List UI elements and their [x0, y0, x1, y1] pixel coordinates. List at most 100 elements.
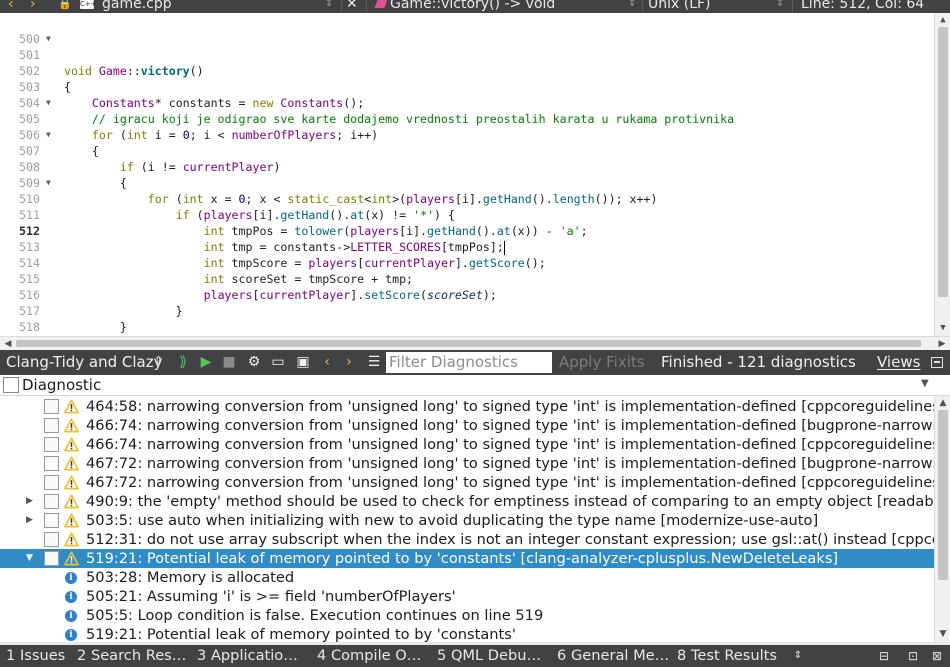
diagnostics-scrollbar[interactable]: ▲ ▼ [934, 396, 950, 642]
diagnostic-row[interactable]: 466:74: narrowing conversion from 'unsig… [0, 416, 934, 435]
editor-toolbar: ‹ › 🔒 C++ game.cpp ⇕ ✕ Game::victory() -… [0, 0, 950, 13]
scroll-up-icon[interactable]: ▲ [935, 397, 950, 409]
code-line: 501 ▼ void Game::victory() [0, 31, 934, 78]
diagnostic-checkbox[interactable] [44, 494, 59, 509]
code-line: 503 Constants* constants = new Constants… [19, 80, 365, 110]
more-panes-arrows-icon[interactable]: ⇕ [790, 648, 806, 664]
cursor-position[interactable]: Line: 512, Col: 64 [801, 0, 924, 13]
file-selector[interactable]: game.cpp [102, 0, 172, 13]
code-line: 514 int scoreSet = tmpScore + tmp; [19, 256, 414, 286]
scroll-up-icon[interactable]: ▲ [935, 14, 950, 26]
warning-icon [64, 475, 79, 490]
back-arrow-icon[interactable]: ‹ [8, 0, 14, 13]
next-icon[interactable]: › [340, 353, 358, 371]
code-line: 507 ▼ if (i != currentPlayer) [0, 127, 934, 174]
diagnostic-checkbox[interactable] [44, 532, 59, 547]
diagnostic-row[interactable]: 512:31: do not use array subscript when … [0, 530, 934, 549]
diagnostic-checkbox[interactable] [44, 437, 59, 452]
filter-diagnostics-input[interactable]: Filter Diagnostics [386, 352, 552, 373]
close-document-icon[interactable]: ✕ [346, 0, 358, 13]
lock-icon: 🔒 [58, 0, 72, 10]
diagnostic-message: 466:74: narrowing conversion from 'unsig… [86, 417, 934, 434]
diagnostic-row[interactable]: 464:58: narrowing conversion from 'unsig… [0, 397, 934, 416]
pane-button-compile-output[interactable]: 4 Compile O… [317, 647, 421, 664]
pane-button-qml-debugger[interactable]: 5 QML Debu… [437, 647, 541, 664]
scroll-right-icon[interactable]: ▶ [934, 338, 950, 350]
maximize-pane-icon[interactable]: ⊡ [905, 648, 921, 664]
diagnostic-checkbox[interactable] [44, 475, 59, 490]
diagnostics-title[interactable]: Clang-Tidy and Clazy [6, 353, 163, 371]
code-editor[interactable]: 500 501 ▼ void Game::victory() 502 { 503 … [0, 13, 950, 336]
forward-arrow-icon[interactable]: › [30, 0, 36, 13]
expand-arrow-icon[interactable]: ▶ [26, 492, 33, 511]
run-analysis-icon[interactable]: ⟫ [174, 353, 192, 371]
pane-selector-arrows-icon[interactable]: ⇕ [154, 354, 163, 367]
previous-icon[interactable]: ‹ [318, 353, 336, 371]
diagnostic-step-row[interactable]: i 503:28: Memory is allocated [0, 568, 934, 587]
diagnostic-checkbox[interactable] [44, 513, 59, 528]
toggle-pane-icon[interactable]: ⊠ [929, 648, 945, 664]
file-type-icon: C++ [80, 0, 97, 9]
diagnostic-message: 466:74: narrowing conversion from 'unsig… [86, 436, 934, 453]
diagnostic-step-row[interactable]: i 505:5: Loop condition is false. Executi… [0, 606, 934, 625]
warning-icon [64, 551, 79, 566]
fold-arrow-icon[interactable]: ▼ [46, 95, 51, 111]
save-icon[interactable]: ▣ [294, 353, 312, 371]
gear-icon[interactable]: ⚙ [245, 353, 263, 371]
diagnostic-row[interactable]: 467:72: narrowing conversion from 'unsig… [0, 473, 934, 492]
run-on-file-icon[interactable]: ▶ [197, 353, 215, 371]
diagnostic-row[interactable]: ▼ 519:21: Potential leak of memory pointe… [0, 549, 934, 568]
views-button[interactable]: Views [877, 353, 920, 371]
open-folder-icon[interactable]: ▭ [269, 353, 287, 371]
collapse-arrow-icon[interactable]: ▼ [26, 549, 33, 568]
fold-arrow-icon[interactable]: ▼ [46, 127, 51, 143]
pane-button-issues[interactable]: 1 Issues [6, 647, 65, 664]
pane-button-application-output[interactable]: 3 Applicatio… [197, 647, 298, 664]
filter-list-icon[interactable]: ☰ [365, 353, 383, 371]
diagnostic-row[interactable]: 466:74: narrowing conversion from 'unsig… [0, 435, 934, 454]
diagnostic-column-header[interactable]: Diagnostic [22, 376, 101, 394]
close-pane-icon[interactable] [931, 357, 943, 368]
symbol-selector-arrows-icon[interactable]: ⇕ [628, 0, 636, 13]
apply-fixits-button[interactable]: Apply Fixits [559, 353, 645, 371]
code-line: 517 } [19, 304, 127, 334]
line-ending-selector[interactable]: Unix (LF) [648, 0, 711, 13]
diagnostic-row[interactable]: ▶ 490:9: the 'empty' method should be use… [0, 492, 934, 511]
scroll-left-icon[interactable]: ◀ [0, 338, 16, 350]
diagnostic-step-message: 505:21: Assuming 'i' is >= field 'number… [86, 588, 456, 605]
fold-arrow-icon[interactable]: ▼ [46, 31, 51, 47]
diagnostic-message: 519:21: Potential leak of memory pointed… [86, 550, 839, 567]
diagnostic-row[interactable]: ▶ 503:5: use auto when initializing with … [0, 511, 934, 530]
stop-icon[interactable]: ■ [220, 353, 238, 371]
diagnostic-step-row[interactable]: i 505:21: Assuming 'i' is >= field 'numbe… [0, 587, 934, 606]
output-progress-icon[interactable]: ⊟ [876, 648, 892, 664]
pane-button-general-messages[interactable]: 6 General Me… [557, 647, 669, 664]
diagnostic-message: 503:5: use auto when initializing with n… [86, 512, 819, 529]
scroll-thumb[interactable] [938, 27, 948, 297]
diagnostics-list[interactable]: 464:58: narrowing conversion from 'unsig… [0, 396, 934, 642]
editor-horizontal-scrollbar[interactable]: ◀ ▶ [0, 336, 950, 350]
select-all-checkbox[interactable] [3, 377, 19, 393]
line-ending-arrows-icon[interactable]: ⇕ [776, 0, 784, 13]
diagnostic-step-message: 505:5: Loop condition is false. Executio… [86, 607, 544, 624]
pane-button-test-results[interactable]: 8 Test Results [677, 647, 777, 664]
scroll-down-icon[interactable]: ▼ [935, 628, 950, 640]
diagnostic-row[interactable]: 467:72: narrowing conversion from 'unsig… [0, 454, 934, 473]
pane-button-search-results[interactable]: 2 Search Res… [77, 647, 186, 664]
diagnostic-checkbox[interactable] [44, 418, 59, 433]
scroll-down-icon[interactable]: ▼ [935, 322, 950, 334]
scroll-thumb[interactable] [938, 410, 948, 580]
symbol-selector[interactable]: Game::victory() -> void [374, 0, 555, 13]
scroll-thumb[interactable] [16, 340, 921, 347]
column-dropdown-icon[interactable]: ▼ [921, 378, 929, 389]
diagnostic-checkbox[interactable] [44, 551, 59, 566]
diagnostic-checkbox[interactable] [44, 399, 59, 414]
diagnostic-checkbox[interactable] [44, 456, 59, 471]
diagnostics-toolbar: Clang-Tidy and Clazy ⇕ ⟫ ▶ ■ ⚙ ▭ ▣ ‹ › ☰… [0, 350, 950, 375]
code-line: 519 int topPlayer = 0; [0, 319, 934, 335]
fold-arrow-icon[interactable]: ▼ [46, 175, 51, 191]
editor-vertical-scrollbar[interactable]: ▲ ▼ [934, 13, 950, 336]
expand-arrow-icon[interactable]: ▶ [26, 511, 33, 530]
diagnostic-step-row[interactable]: i 519:21: Potential leak of memory pointe… [0, 625, 934, 642]
file-selector-arrows-icon[interactable]: ⇕ [325, 0, 333, 13]
